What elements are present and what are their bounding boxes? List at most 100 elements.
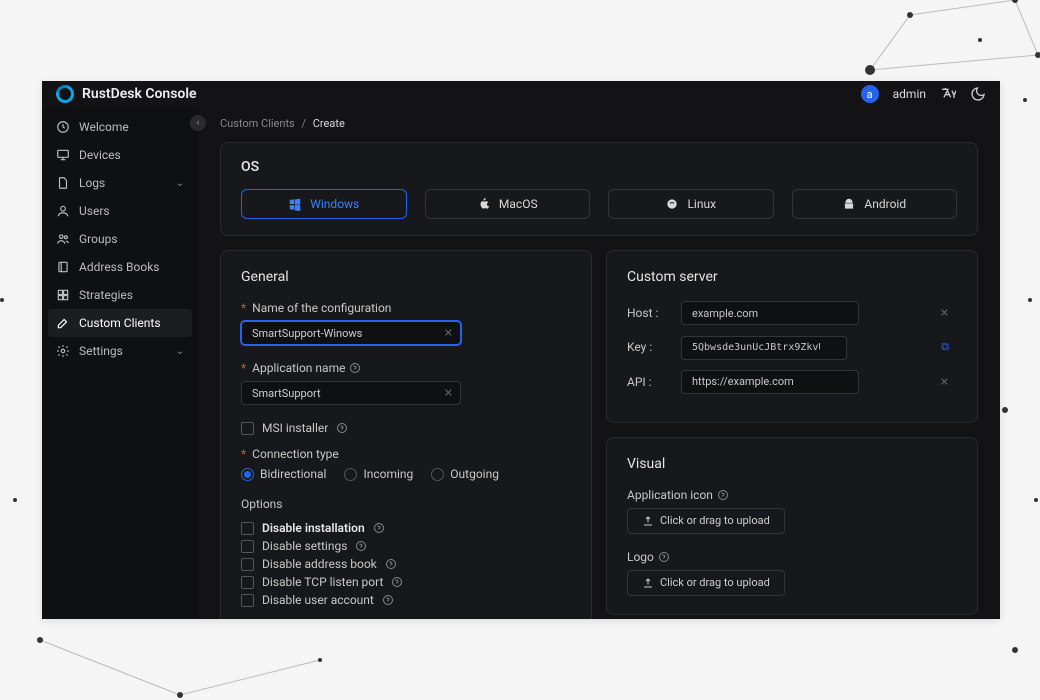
sidebar-item-label: Groups (79, 232, 118, 246)
help-icon[interactable] (336, 422, 348, 434)
host-input[interactable] (681, 301, 859, 325)
os-option-macos[interactable]: MacOS (425, 189, 591, 219)
os-title: OS (241, 159, 957, 175)
document-icon (56, 176, 70, 190)
clear-icon[interactable]: ✕ (940, 307, 949, 320)
theme-toggle-icon[interactable] (970, 86, 986, 102)
avatar[interactable]: a (861, 85, 879, 103)
sidebar-item-address-books[interactable]: Address Books (42, 253, 198, 281)
opt-disable-tcp-checkbox[interactable] (241, 576, 254, 589)
os-option-windows[interactable]: Windows (241, 189, 407, 219)
user-label: admin (893, 87, 926, 101)
key-label: Key : (627, 340, 671, 354)
help-icon[interactable] (373, 522, 385, 534)
msi-checkbox[interactable] (241, 422, 254, 435)
os-option-android[interactable]: Android (792, 189, 958, 219)
clear-icon[interactable]: ✕ (444, 327, 453, 340)
conn-type-label: Connection type (252, 447, 339, 461)
sidebar-item-groups[interactable]: Groups (42, 225, 198, 253)
sidebar-item-label: Strategies (79, 288, 133, 302)
help-icon[interactable] (658, 551, 670, 563)
sidebar-item-label: Users (79, 204, 110, 218)
msi-label: MSI installer (262, 421, 328, 435)
upload-logo-button[interactable]: Click or drag to upload (627, 570, 785, 596)
sidebar-item-logs[interactable]: Logs ⌄ (42, 169, 198, 197)
logo-icon (53, 82, 78, 107)
help-icon[interactable] (391, 576, 403, 588)
app-title: RustDesk Console (82, 86, 197, 102)
key-input[interactable] (681, 336, 847, 360)
help-icon[interactable] (717, 489, 729, 501)
config-name-input[interactable] (241, 321, 461, 345)
help-icon[interactable] (382, 594, 394, 606)
linux-icon (665, 197, 679, 211)
upload-icon (642, 577, 654, 589)
conn-radio-bidirectional[interactable]: Bidirectional (241, 467, 326, 481)
sidebar-item-label: Devices (79, 148, 121, 162)
opt-disable-settings-checkbox[interactable] (241, 540, 254, 553)
monitor-icon (56, 148, 70, 162)
server-section: Custom server Host :✕ Key :⧉ API :✕ (606, 250, 978, 423)
upload-app-icon-button[interactable]: Click or drag to upload (627, 508, 785, 534)
sidebar-item-label: Address Books (79, 260, 159, 274)
sidebar-item-welcome[interactable]: Welcome (42, 113, 198, 141)
visual-section: Visual Application icon Click or drag to… (606, 437, 978, 615)
chevron-down-icon: ⌄ (176, 178, 184, 189)
sidebar-item-label: Custom Clients (79, 316, 161, 330)
app-icon-label: Application icon (627, 488, 713, 502)
api-input[interactable] (681, 370, 859, 394)
breadcrumb: Custom Clients / Create (220, 117, 978, 130)
conn-radio-incoming[interactable]: Incoming (344, 467, 413, 481)
grid-icon (56, 288, 70, 302)
sidebar-item-strategies[interactable]: Strategies (42, 281, 198, 309)
user-icon (56, 204, 70, 218)
sidebar-item-label: Settings (79, 344, 123, 358)
sidebar-item-users[interactable]: Users (42, 197, 198, 225)
apple-icon (477, 197, 491, 211)
edit-icon (56, 316, 70, 330)
windows-icon (288, 197, 302, 211)
book-icon (56, 260, 70, 274)
breadcrumb-parent[interactable]: Custom Clients (220, 117, 295, 130)
os-panel: OS Windows MacOS Linux Android (220, 142, 978, 236)
gear-icon (56, 344, 70, 358)
sidebar-item-label: Logs (79, 176, 105, 190)
clear-icon[interactable]: ✕ (940, 375, 949, 388)
sidebar-item-label: Welcome (79, 120, 129, 134)
opt-disable-addressbook-checkbox[interactable] (241, 558, 254, 571)
clear-icon[interactable]: ✕ (444, 387, 453, 400)
app-name-label: Application name (252, 361, 345, 375)
opt-disable-user-checkbox[interactable] (241, 594, 254, 607)
sidebar: ‹ Welcome Devices Logs⌄ Users Groups Add… (42, 107, 198, 619)
users-icon (56, 232, 70, 246)
visual-title: Visual (627, 456, 957, 472)
topbar: RustDesk Console a admin (42, 81, 1000, 107)
api-label: API : (627, 375, 671, 389)
upload-icon (642, 515, 654, 527)
server-title: Custom server (627, 269, 957, 285)
app-name-input[interactable] (241, 381, 461, 405)
logo-label: Logo (627, 550, 654, 564)
sidebar-item-devices[interactable]: Devices (42, 141, 198, 169)
copy-icon[interactable]: ⧉ (941, 340, 949, 354)
sidebar-item-custom-clients[interactable]: Custom Clients (48, 309, 192, 337)
options-head: Options (241, 497, 571, 511)
help-icon[interactable] (355, 540, 367, 552)
sidebar-item-settings[interactable]: Settings ⌄ (42, 337, 198, 365)
conn-radio-outgoing[interactable]: Outgoing (431, 467, 499, 481)
help-icon[interactable] (385, 558, 397, 570)
general-title: General (241, 269, 571, 285)
help-icon[interactable] (349, 362, 361, 374)
content-area: Custom Clients / Create OS Windows MacOS… (198, 107, 1000, 619)
clock-icon (56, 120, 70, 134)
android-icon (842, 197, 856, 211)
app-frame: RustDesk Console a admin ‹ Welcome Devic… (42, 81, 1000, 619)
config-name-label: Name of the configuration (252, 301, 391, 315)
os-option-linux[interactable]: Linux (608, 189, 774, 219)
language-icon[interactable] (940, 86, 956, 102)
app-logo: RustDesk Console (56, 85, 197, 103)
chevron-down-icon: ⌄ (176, 346, 184, 357)
breadcrumb-current: Create (313, 117, 345, 130)
general-section: General *Name of the configuration ✕ *Ap… (220, 250, 592, 619)
opt-disable-install-checkbox[interactable] (241, 522, 254, 535)
